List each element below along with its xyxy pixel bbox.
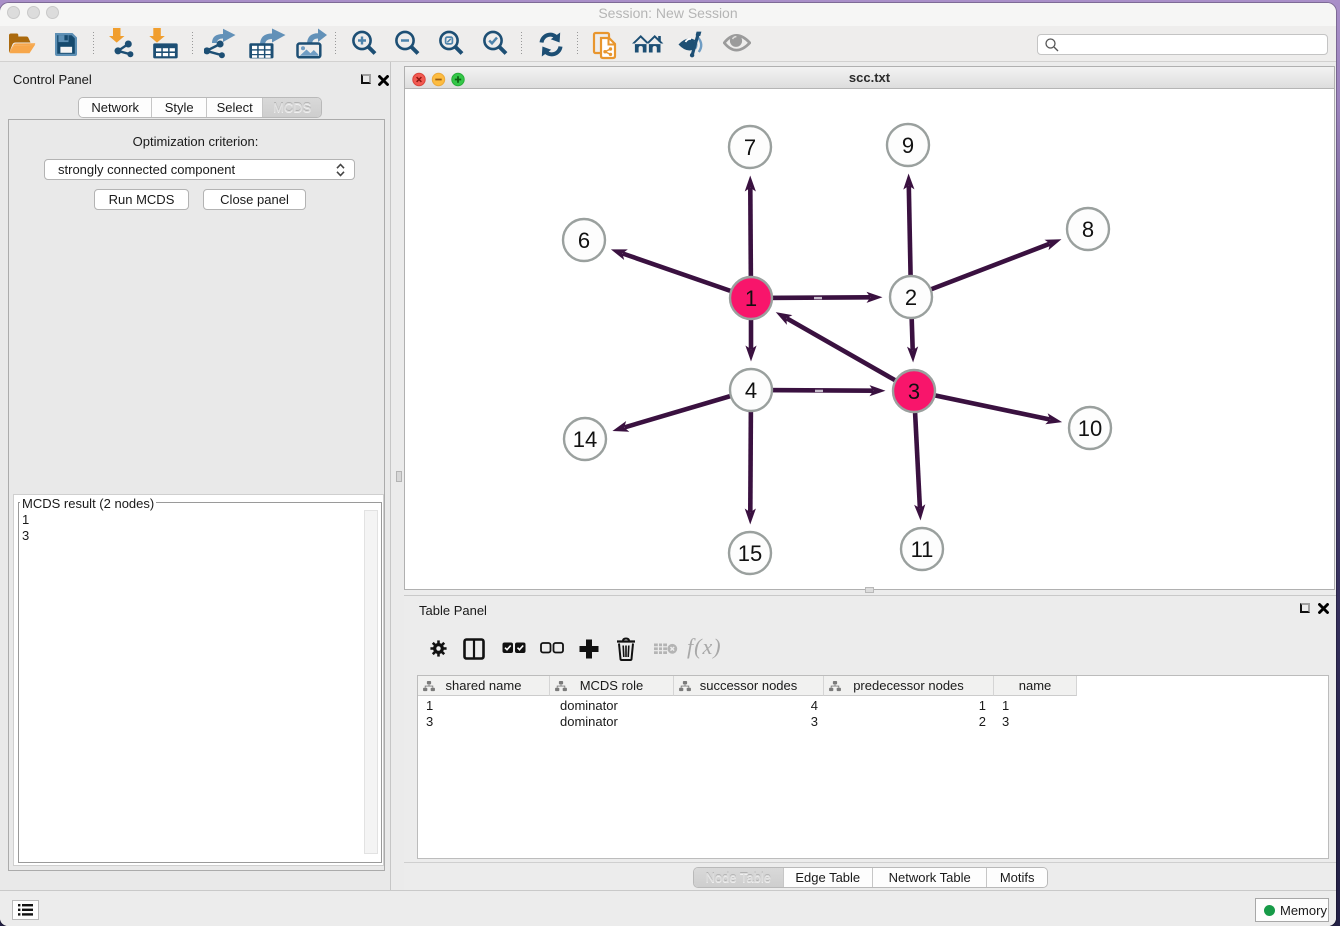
svg-text:8: 8 [1082,217,1094,242]
svg-text:15: 15 [738,541,762,566]
svg-text:14: 14 [573,427,597,452]
svg-text:10: 10 [1078,416,1102,441]
svg-text:4: 4 [745,378,757,403]
svg-text:11: 11 [911,537,934,562]
svg-text:2: 2 [905,285,917,310]
svg-text:1: 1 [745,286,757,311]
svg-text:9: 9 [902,133,914,158]
svg-text:7: 7 [744,135,756,160]
svg-text:3: 3 [908,379,920,404]
svg-text:6: 6 [578,228,590,253]
